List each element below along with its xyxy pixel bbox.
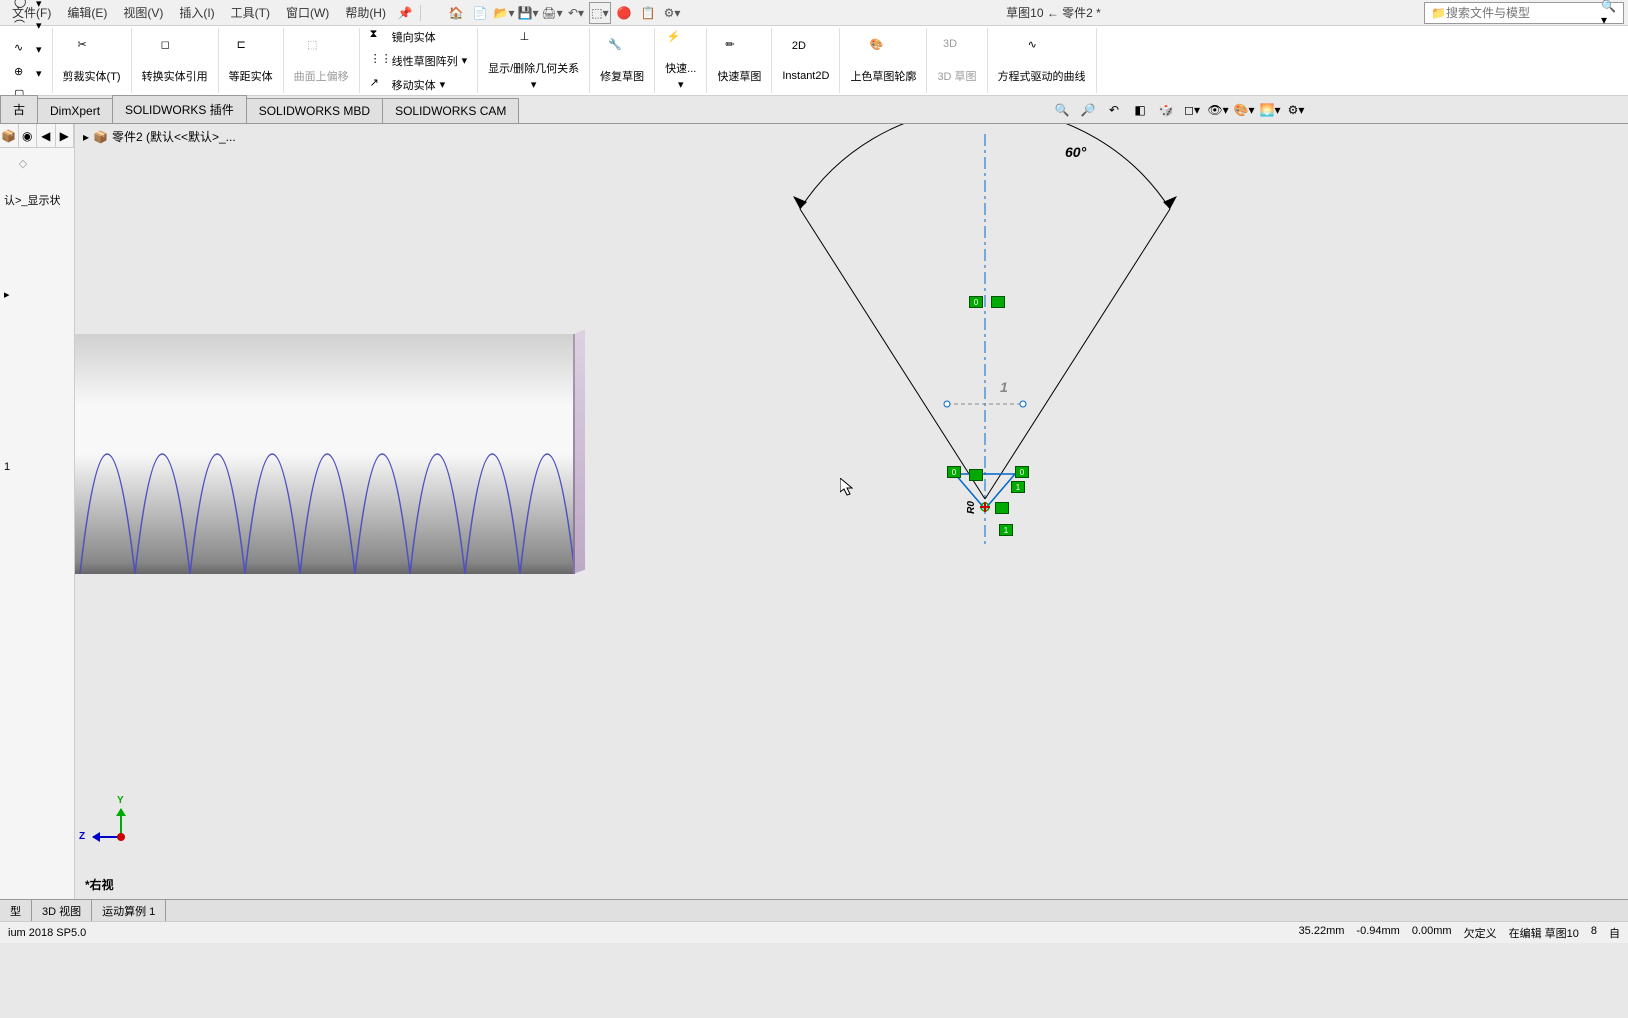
menu-help[interactable]: 帮助(H) — [337, 1, 394, 24]
new-icon[interactable]: 📄 — [469, 2, 491, 24]
equation-curve-button[interactable]: ∿ 方程式驱动的曲线 — [994, 36, 1090, 86]
separator — [420, 5, 421, 21]
feature-tree-panel: 📦 ◉ ◀ ▶ 认>_显示状 ▸ 1 — [0, 124, 75, 899]
quick-button[interactable]: ⚡ 快速...▾ — [661, 28, 700, 93]
triad-y-label: Y — [117, 795, 124, 806]
plane-tool: ◇ — [15, 155, 41, 177]
save-icon[interactable]: 💾▾ — [517, 2, 539, 24]
bottom-tab-3dview[interactable]: 3D 视图 — [32, 900, 92, 921]
angle-dimension[interactable]: 60° — [1065, 144, 1086, 160]
menu-edit[interactable]: 编辑(E) — [59, 1, 115, 24]
cursor-icon — [840, 478, 856, 501]
select-icon[interactable]: ⬚▾ — [589, 2, 611, 24]
status-auto: 自 — [1609, 925, 1620, 941]
point-tool[interactable]: ⊕▾ — [10, 63, 46, 85]
status-editing: 在编辑 草图10 — [1509, 925, 1579, 941]
pin-icon[interactable]: 📌 — [394, 2, 416, 24]
view-orientation-label: *右视 — [85, 876, 114, 893]
status-version: ium 2018 SP5.0 — [8, 927, 1299, 939]
view-triad[interactable]: Y Z — [85, 809, 135, 859]
rebuild-icon[interactable]: 🔴 — [613, 2, 635, 24]
bottom-tab-model[interactable]: 型 — [0, 900, 32, 921]
status-y: -0.94mm — [1356, 925, 1399, 941]
status-defined: 欠定义 — [1464, 925, 1497, 941]
arc-tool[interactable]: ⌒▾ — [10, 15, 46, 37]
shaded-sketch-button[interactable]: 🎨 上色草图轮廓 — [846, 36, 920, 86]
tree-tab-next[interactable]: ▶ — [56, 124, 75, 147]
bottom-tab-motion[interactable]: 运动算例 1 — [92, 900, 166, 921]
mirror-button[interactable]: ⧗镜向实体 — [366, 26, 472, 48]
relation-coincident[interactable] — [969, 469, 983, 481]
tab-mbd[interactable]: SOLIDWORKS MBD — [246, 98, 383, 123]
graphics-viewport[interactable]: ▸ 📦 零件2 (默认<<默认>_... — [75, 124, 1628, 899]
hide-show-icon[interactable]: 👁▾ — [1206, 98, 1230, 122]
tree-tab-feature[interactable]: 📦 — [0, 124, 19, 147]
relation-0b[interactable]: 0 — [1015, 466, 1029, 478]
relation-1a[interactable]: 1 — [1011, 481, 1025, 493]
edit-appearance-icon[interactable]: 🎨▾ — [1232, 98, 1256, 122]
trim-button[interactable]: ✂ 剪裁实体(T) — [59, 36, 125, 86]
display-style-icon[interactable]: ◻▾ — [1180, 98, 1204, 122]
sketch3d-button: 3D 3D 草图 — [933, 36, 980, 86]
relation-vertical[interactable] — [991, 296, 1005, 308]
menu-window[interactable]: 窗口(W) — [278, 1, 337, 24]
undo-icon[interactable]: ↶▾ — [565, 2, 587, 24]
view-orientation-icon[interactable]: 🎲 — [1154, 98, 1178, 122]
section-view-icon[interactable]: ◧ — [1128, 98, 1152, 122]
spline-tool[interactable]: ∿▾ — [10, 39, 46, 61]
tab-plugins[interactable]: SOLIDWORKS 插件 — [112, 95, 247, 123]
tree-tab-property[interactable]: ◉ — [19, 124, 38, 147]
triad-z-label: Z — [79, 831, 85, 842]
convert-button[interactable]: ◻ 转换实体引用 — [138, 36, 212, 86]
relation-0a[interactable]: 0 — [947, 466, 961, 478]
print-icon[interactable]: 🖨▾ — [541, 2, 563, 24]
move-button[interactable]: ↗移动实体▾ — [366, 74, 472, 96]
tree-display-state[interactable]: 认>_显示状 — [4, 192, 70, 208]
part-3d-view — [75, 304, 665, 584]
previous-view-icon[interactable]: ↶ — [1102, 98, 1126, 122]
zoom-fit-icon[interactable]: 🔍 — [1050, 98, 1074, 122]
search-box[interactable]: 📁 🔍▾ — [1424, 2, 1624, 24]
surface-offset-button: ⬚ 曲面上偏移 — [290, 36, 353, 86]
options-icon[interactable]: 📋 — [637, 2, 659, 24]
tab-partial[interactable]: 古 — [0, 95, 38, 123]
apply-scene-icon[interactable]: 🌅▾ — [1258, 98, 1282, 122]
zoom-area-icon[interactable]: 🔎 — [1076, 98, 1100, 122]
breadcrumb-text[interactable]: 零件2 (默认<<默认>_... — [112, 128, 236, 145]
display-relations-button[interactable]: ⊥ 显示/删除几何关系▾ — [484, 28, 583, 93]
open-icon[interactable]: 📂▾ — [493, 2, 515, 24]
repair-button[interactable]: 🔧 修复草图 — [596, 36, 648, 86]
document-title: 草图10 ← 零件2 * — [683, 4, 1424, 21]
view-settings-icon[interactable]: ⚙▾ — [1284, 98, 1308, 122]
status-z: 0.00mm — [1412, 925, 1452, 941]
relation-coincident-2[interactable] — [995, 502, 1009, 514]
dimension-1[interactable]: 1 — [1000, 379, 1008, 395]
sketch-geometry[interactable]: 60° 1 0 0 0 1 1 R0 — [715, 124, 1215, 674]
tab-dimxpert[interactable]: DimXpert — [37, 98, 113, 123]
tab-cam[interactable]: SOLIDWORKS CAM — [382, 98, 519, 123]
circle-tool[interactable]: ◯▾ — [10, 0, 46, 15]
home-icon[interactable]: 🏠 — [445, 2, 467, 24]
rapid-sketch-button[interactable]: ✏ 快速草图 — [713, 36, 765, 86]
folder-icon: 📁 — [1431, 6, 1446, 20]
menu-tools[interactable]: 工具(T) — [223, 1, 278, 24]
tree-item-1[interactable]: 1 — [4, 461, 70, 473]
breadcrumb-part-icon: 📦 — [93, 130, 108, 144]
instant2d-button[interactable]: 2D Instant2D — [778, 38, 833, 84]
settings-icon[interactable]: ⚙▾ — [661, 2, 683, 24]
tree-expand[interactable]: ▸ — [4, 288, 70, 301]
status-x: 35.22mm — [1299, 925, 1345, 941]
search-icon[interactable]: 🔍▾ — [1601, 0, 1617, 27]
relation-1b[interactable]: 1 — [999, 524, 1013, 536]
search-input[interactable] — [1446, 6, 1601, 20]
pattern-button[interactable]: ⋮⋮线性草图阵列▾ — [366, 50, 472, 72]
status-count: 8 — [1591, 925, 1597, 941]
breadcrumb-expand[interactable]: ▸ — [83, 130, 89, 144]
menu-insert[interactable]: 插入(I) — [171, 1, 222, 24]
menu-view[interactable]: 视图(V) — [115, 1, 171, 24]
radius-dimension[interactable]: R0 — [966, 501, 977, 514]
relation-horizontal[interactable]: 0 — [969, 296, 983, 308]
offset-button[interactable]: ⊏ 等距实体 — [225, 36, 277, 86]
tree-tab-prev[interactable]: ◀ — [37, 124, 56, 147]
